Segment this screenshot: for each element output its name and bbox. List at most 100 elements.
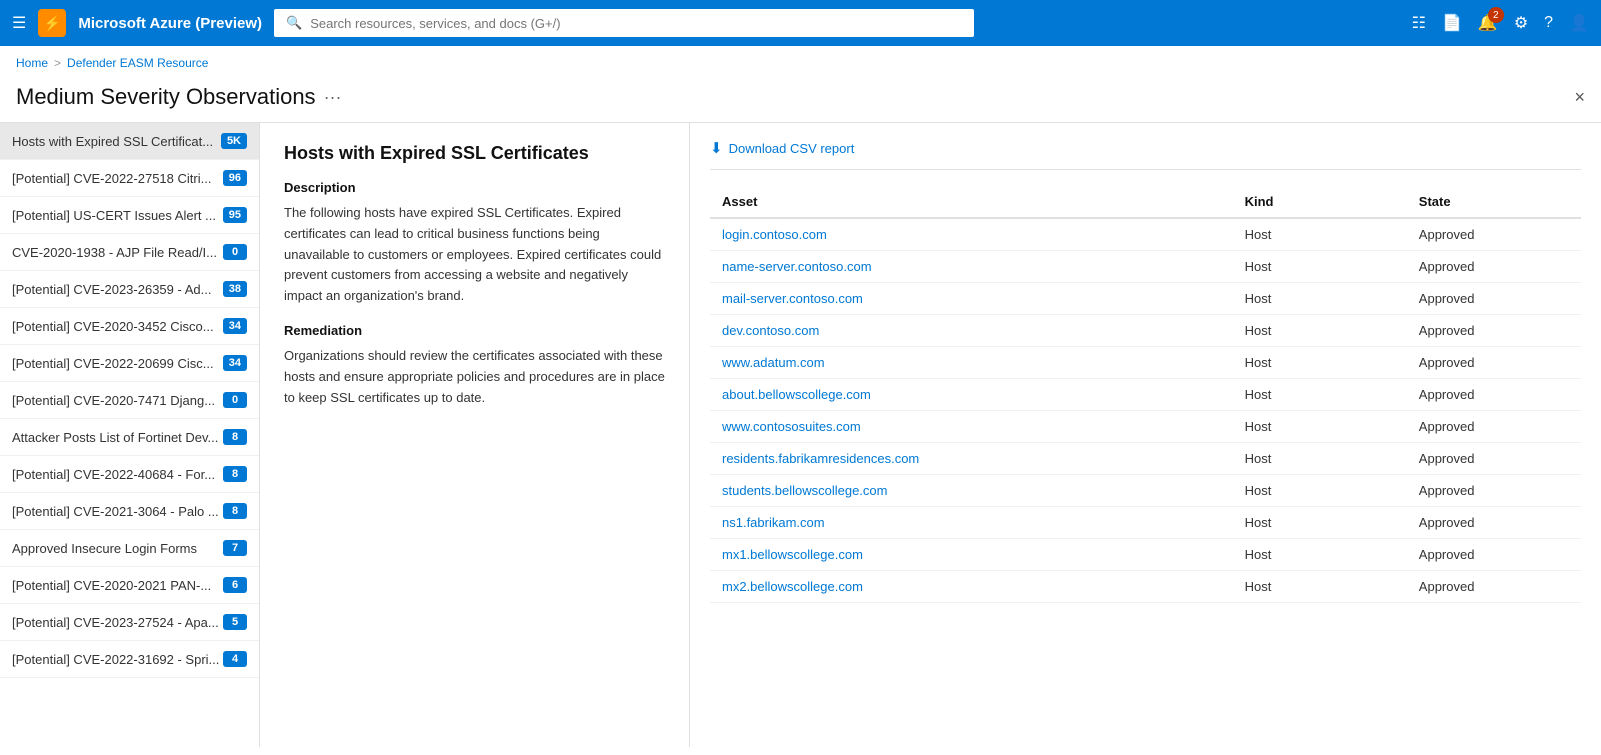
asset-link[interactable]: mx2.bellowscollege.com xyxy=(722,579,863,594)
table-cell-kind: Host xyxy=(1233,539,1407,571)
asset-link[interactable]: www.contososuites.com xyxy=(722,419,861,434)
table-cell-asset: dev.contoso.com xyxy=(710,315,1233,347)
table-cell-asset: about.bellowscollege.com xyxy=(710,379,1233,411)
sidebar-item[interactable]: [Potential] CVE-2020-2021 PAN-... 6 xyxy=(0,567,259,604)
search-bar[interactable]: 🔍 xyxy=(274,9,974,37)
sidebar-item-label: [Potential] CVE-2021-3064 - Palo ... xyxy=(12,504,223,519)
sidebar-item-label: [Potential] CVE-2020-3452 Cisco... xyxy=(12,319,223,334)
assets-table: Asset Kind State login.contoso.com Host … xyxy=(710,186,1581,603)
gear-icon[interactable]: ⚙ xyxy=(1514,13,1528,33)
sidebar-item-label: CVE-2020-1938 - AJP File Read/I... xyxy=(12,245,223,260)
detail-description: The following hosts have expired SSL Cer… xyxy=(284,203,665,307)
sidebar-item-badge: 38 xyxy=(223,281,247,297)
sidebar-item[interactable]: [Potential] CVE-2023-26359 - Ad... 38 xyxy=(0,271,259,308)
asset-link[interactable]: name-server.contoso.com xyxy=(722,259,872,274)
sidebar-item-label: [Potential] CVE-2022-20699 Cisc... xyxy=(12,356,223,371)
table-row: residents.fabrikamresidences.com Host Ap… xyxy=(710,443,1581,475)
sidebar-item[interactable]: Attacker Posts List of Fortinet Dev... 8 xyxy=(0,419,259,456)
sidebar-item-badge: 6 xyxy=(223,577,247,593)
sidebar-item[interactable]: [Potential] CVE-2022-40684 - For... 8 xyxy=(0,456,259,493)
breadcrumb-sep-1: > xyxy=(54,56,61,70)
col-header-asset: Asset xyxy=(710,186,1233,218)
table-cell-state: Approved xyxy=(1407,218,1581,251)
sidebar-item-badge: 95 xyxy=(223,207,247,223)
table-cell-asset: students.bellowscollege.com xyxy=(710,475,1233,507)
sidebar-item-label: [Potential] CVE-2023-27524 - Apa... xyxy=(12,615,223,630)
table-cell-state: Approved xyxy=(1407,507,1581,539)
sidebar-item[interactable]: [Potential] CVE-2020-7471 Djang... 0 xyxy=(0,382,259,419)
hamburger-icon[interactable]: ☰ xyxy=(12,13,26,33)
azure-logo: ⚡ xyxy=(38,9,66,37)
table-cell-asset: residents.fabrikamresidences.com xyxy=(710,443,1233,475)
asset-link[interactable]: about.bellowscollege.com xyxy=(722,387,871,402)
sidebar-item-label: Approved Insecure Login Forms xyxy=(12,541,223,556)
breadcrumb: Home > Defender EASM Resource xyxy=(0,46,1601,80)
table-cell-asset: login.contoso.com xyxy=(710,218,1233,251)
sidebar-item-badge: 0 xyxy=(223,392,247,408)
sidebar-item[interactable]: [Potential] CVE-2020-3452 Cisco... 34 xyxy=(0,308,259,345)
table-cell-asset: www.adatum.com xyxy=(710,347,1233,379)
table-row: mx1.bellowscollege.com Host Approved xyxy=(710,539,1581,571)
table-cell-asset: ns1.fabrikam.com xyxy=(710,507,1233,539)
sidebar-list: Hosts with Expired SSL Certificat... 5K … xyxy=(0,123,260,747)
asset-link[interactable]: ns1.fabrikam.com xyxy=(722,515,825,530)
table-row: name-server.contoso.com Host Approved xyxy=(710,251,1581,283)
help-icon[interactable]: ? xyxy=(1544,14,1553,32)
asset-link[interactable]: login.contoso.com xyxy=(722,227,827,242)
table-cell-state: Approved xyxy=(1407,539,1581,571)
bell-icon[interactable]: 🔔 2 xyxy=(1478,13,1498,33)
sidebar-item-label: Attacker Posts List of Fortinet Dev... xyxy=(12,430,223,445)
sidebar-item[interactable]: [Potential] CVE-2022-31692 - Spri... 4 xyxy=(0,641,259,678)
notification-badge: 2 xyxy=(1488,7,1504,23)
sidebar-item[interactable]: CVE-2020-1938 - AJP File Read/I... 0 xyxy=(0,234,259,271)
sidebar-item[interactable]: [Potential] CVE-2023-27524 - Apa... 5 xyxy=(0,604,259,641)
sidebar-item[interactable]: [Potential] US-CERT Issues Alert ... 95 xyxy=(0,197,259,234)
asset-link[interactable]: mail-server.contoso.com xyxy=(722,291,863,306)
breadcrumb-home[interactable]: Home xyxy=(16,56,48,70)
table-cell-asset: mx2.bellowscollege.com xyxy=(710,571,1233,603)
breadcrumb-defender[interactable]: Defender EASM Resource xyxy=(67,56,208,70)
table-cell-kind: Host xyxy=(1233,571,1407,603)
asset-link[interactable]: students.bellowscollege.com xyxy=(722,483,887,498)
asset-link[interactable]: dev.contoso.com xyxy=(722,323,819,338)
asset-link[interactable]: mx1.bellowscollege.com xyxy=(722,547,863,562)
table-row: login.contoso.com Host Approved xyxy=(710,218,1581,251)
sidebar-item[interactable]: [Potential] CVE-2021-3064 - Palo ... 8 xyxy=(0,493,259,530)
main-content: Hosts with Expired SSL Certificat... 5K … xyxy=(0,122,1601,747)
sidebar-item-badge: 34 xyxy=(223,318,247,334)
table-cell-state: Approved xyxy=(1407,315,1581,347)
csv-download-label[interactable]: Download CSV report xyxy=(729,141,855,156)
table-cell-asset: www.contososuites.com xyxy=(710,411,1233,443)
table-cell-kind: Host xyxy=(1233,443,1407,475)
table-cell-state: Approved xyxy=(1407,347,1581,379)
user-icon[interactable]: 👤 xyxy=(1569,13,1589,33)
sidebar-item-badge: 7 xyxy=(223,540,247,556)
table-cell-kind: Host xyxy=(1233,507,1407,539)
sidebar-item[interactable]: Hosts with Expired SSL Certificat... 5K xyxy=(0,123,259,160)
close-button[interactable]: × xyxy=(1574,87,1585,108)
portal-icon[interactable]: 📄 xyxy=(1442,13,1462,33)
page-title: Medium Severity Observations xyxy=(16,84,316,110)
search-input[interactable] xyxy=(310,16,962,31)
sidebar-item[interactable]: [Potential] CVE-2022-20699 Cisc... 34 xyxy=(0,345,259,382)
sidebar-item-badge: 4 xyxy=(223,651,247,667)
page-header: Medium Severity Observations ··· × xyxy=(0,80,1601,122)
table-cell-kind: Host xyxy=(1233,379,1407,411)
col-header-kind: Kind xyxy=(1233,186,1407,218)
sidebar-item-badge: 96 xyxy=(223,170,247,186)
more-options-icon[interactable]: ··· xyxy=(324,87,342,108)
table-cell-asset: name-server.contoso.com xyxy=(710,251,1233,283)
sidebar-item[interactable]: Approved Insecure Login Forms 7 xyxy=(0,530,259,567)
sidebar-item-badge: 8 xyxy=(223,429,247,445)
asset-link[interactable]: residents.fabrikamresidences.com xyxy=(722,451,919,466)
sidebar-item[interactable]: [Potential] CVE-2022-27518 Citri... 96 xyxy=(0,160,259,197)
detail-remediation-text: Organizations should review the certific… xyxy=(284,346,665,408)
table-row: dev.contoso.com Host Approved xyxy=(710,315,1581,347)
sidebar-item-badge: 5 xyxy=(223,614,247,630)
table-cell-state: Approved xyxy=(1407,571,1581,603)
asset-link[interactable]: www.adatum.com xyxy=(722,355,825,370)
table-cell-kind: Host xyxy=(1233,411,1407,443)
csv-download-row[interactable]: ⬇ Download CSV report xyxy=(710,139,1581,170)
table-cell-state: Approved xyxy=(1407,443,1581,475)
grid-icon[interactable]: ☷ xyxy=(1412,13,1426,33)
